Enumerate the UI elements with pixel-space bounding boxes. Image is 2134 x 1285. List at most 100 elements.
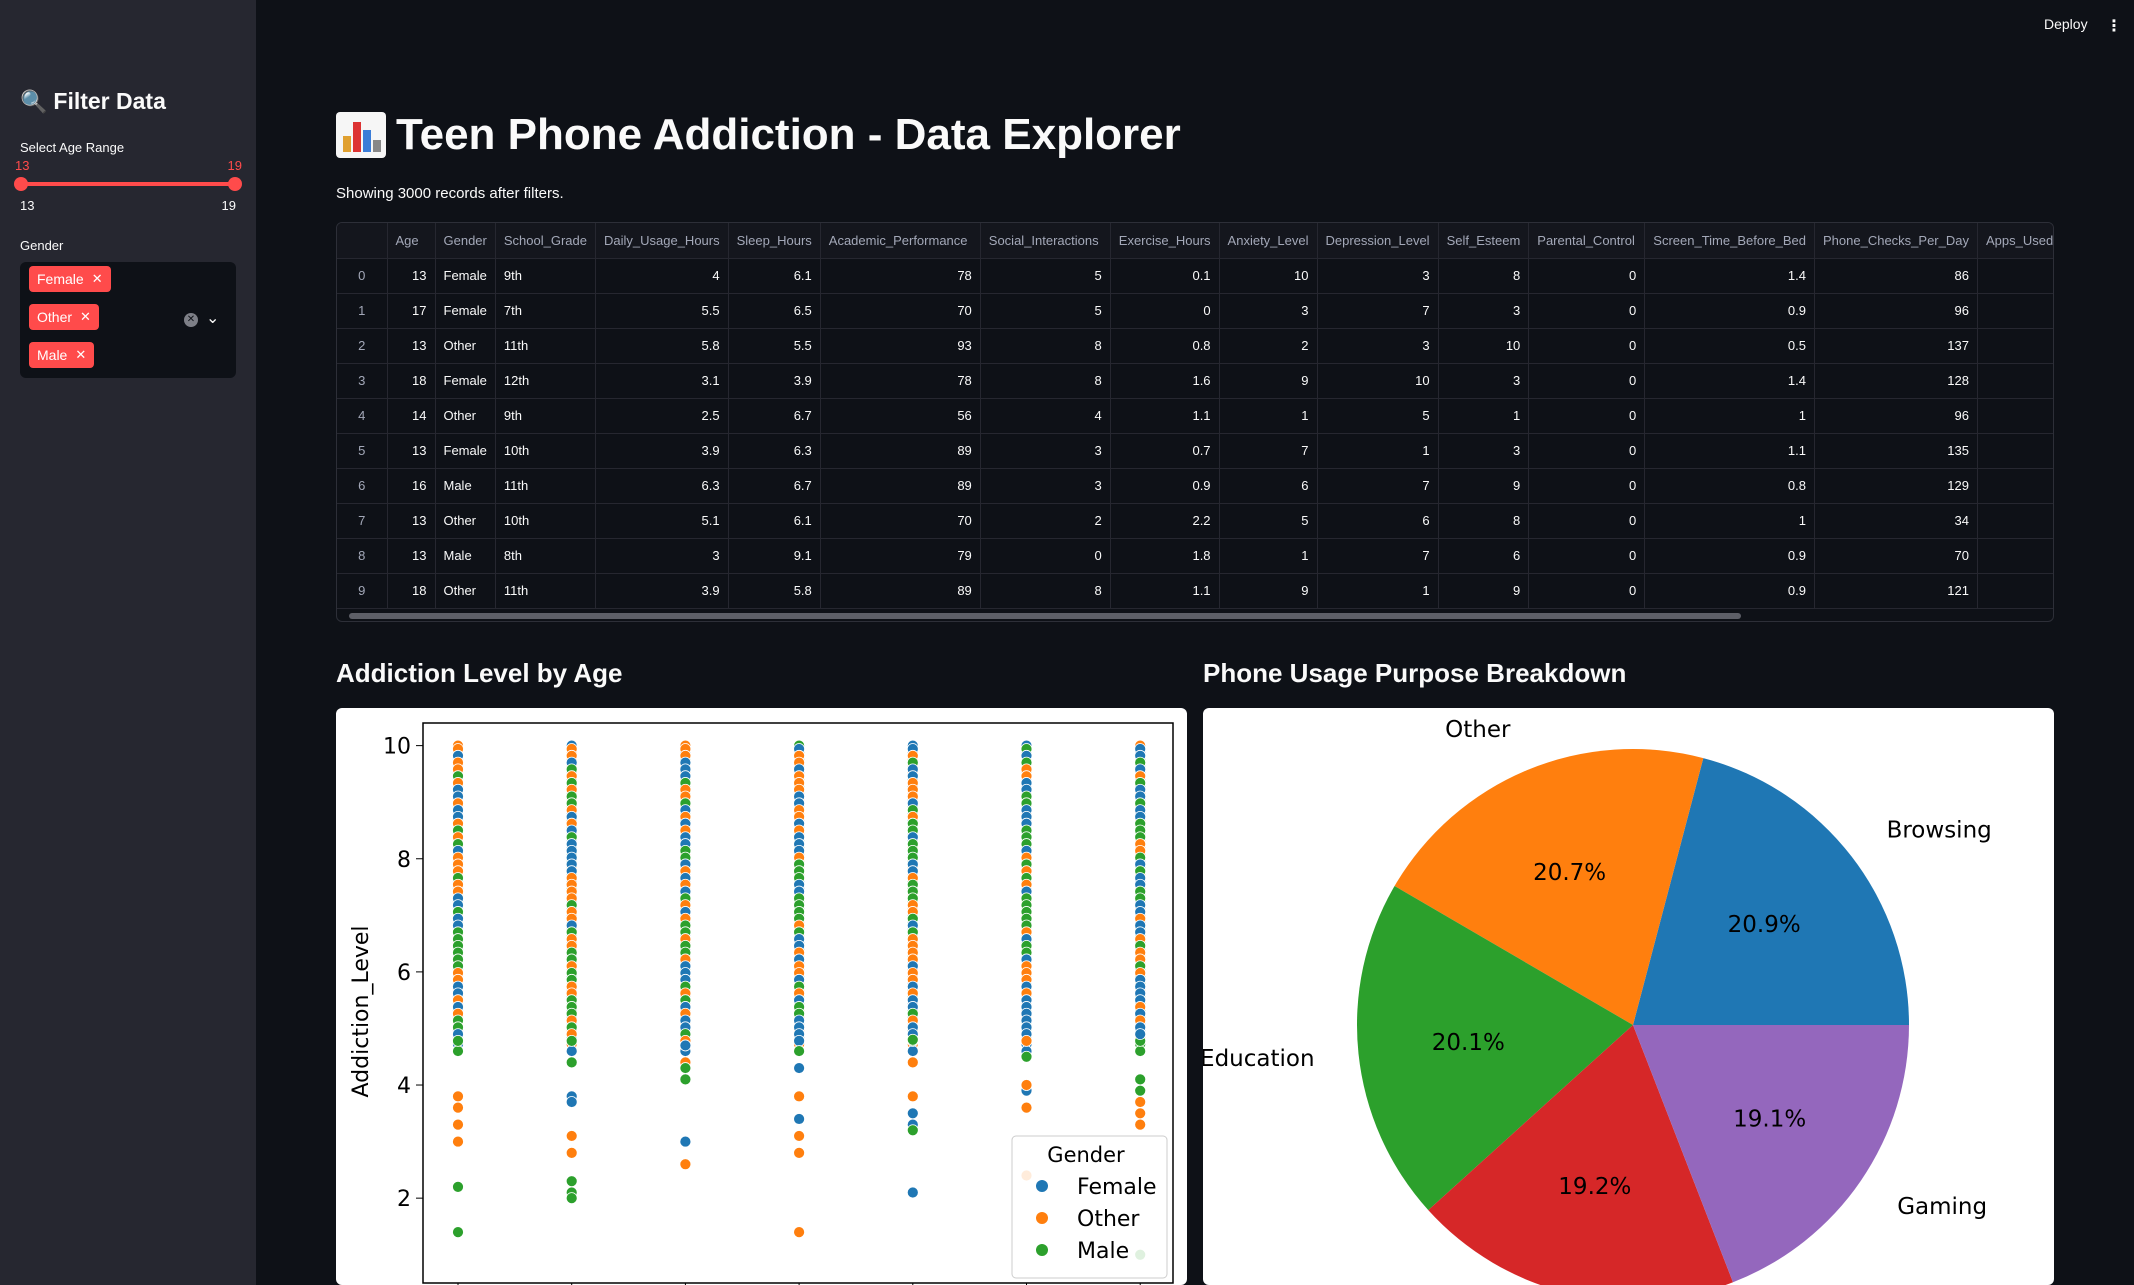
table-cell[interactable]: 6.1 [728, 503, 821, 539]
table-cell[interactable] [1977, 328, 2053, 364]
table-row[interactable]: 0 13 Female 9th 4 6.1 78 5 0.1 10 3 8 0 1.4 86 [337, 258, 2053, 294]
table-cell[interactable]: 5 [980, 258, 1111, 294]
table-row[interactable]: 6 16 Male 11th 6.3 6.7 89 3 0.9 6 7 9 0 0.8 129 [337, 468, 2053, 504]
table-cell[interactable]: 8 [980, 328, 1111, 364]
horizontal-scrollbar[interactable] [349, 613, 1741, 619]
table-cell[interactable]: Male [435, 468, 496, 504]
table-cell[interactable]: 3 [595, 538, 729, 574]
table-cell[interactable]: 18 [387, 363, 436, 399]
table-cell[interactable]: 1.4 [1644, 363, 1815, 399]
table-cell[interactable]: 89 [820, 468, 981, 504]
table-cell[interactable]: 4 [595, 258, 729, 294]
table-cell[interactable]: 6.1 [728, 258, 821, 294]
table-cell[interactable]: 11th [495, 328, 597, 364]
column-header[interactable]: Social_Interactions [980, 223, 1111, 259]
table-cell[interactable]: 7 [1317, 538, 1439, 574]
column-header[interactable]: Gender [435, 223, 496, 259]
gender-multiselect[interactable]: Female ✕ Other ✕ Male ✕ ✕ ⌄ [20, 262, 236, 378]
table-cell[interactable]: 0.9 [1644, 573, 1815, 609]
table-cell[interactable]: 6.3 [595, 468, 729, 504]
table-cell[interactable]: 0 [1528, 398, 1646, 434]
table-cell[interactable]: 0.5 [1644, 328, 1815, 364]
slider-low-thumb[interactable] [14, 177, 28, 191]
table-cell[interactable]: 1 [1317, 573, 1439, 609]
table-cell[interactable]: 3 [1438, 363, 1530, 399]
table-cell[interactable]: 5.5 [728, 328, 821, 364]
table-cell[interactable]: Other [435, 573, 496, 609]
table-row[interactable]: 9 18 Other 11th 3.9 5.8 89 8 1.1 9 1 9 0 0.9 121 [337, 573, 2053, 609]
table-cell[interactable]: 7 [1317, 468, 1439, 504]
table-cell[interactable]: 13 [387, 433, 436, 469]
table-cell[interactable]: 3.9 [728, 363, 821, 399]
table-cell[interactable]: 11th [495, 573, 597, 609]
table-cell[interactable] [1977, 503, 2053, 539]
column-header[interactable]: Depression_Level [1317, 223, 1439, 259]
table-cell[interactable]: 56 [820, 398, 981, 434]
table-cell[interactable]: 13 [387, 258, 436, 294]
table-cell[interactable]: 1.6 [1110, 363, 1220, 399]
table-cell[interactable]: 3 [1438, 293, 1530, 329]
table-cell[interactable]: 0.8 [1110, 328, 1220, 364]
row-index[interactable]: 1 [337, 293, 388, 329]
remove-tag-icon[interactable]: ✕ [92, 271, 103, 287]
table-cell[interactable]: 13 [387, 538, 436, 574]
column-header[interactable]: Phone_Checks_Per_Day [1814, 223, 1978, 259]
table-cell[interactable]: 6.7 [728, 468, 821, 504]
table-cell[interactable]: 70 [1814, 538, 1978, 574]
table-row[interactable]: 3 18 Female 12th 3.1 3.9 78 8 1.6 9 10 3 0 1.4 128 [337, 363, 2053, 399]
table-cell[interactable]: 11th [495, 468, 597, 504]
deploy-button[interactable]: Deploy [2044, 16, 2088, 32]
table-cell[interactable]: 8 [1438, 258, 1530, 294]
table-cell[interactable]: 0 [1528, 433, 1646, 469]
table-row[interactable]: 2 13 Other 11th 5.8 5.5 93 8 0.8 2 3 10 0 0.5 137 [337, 328, 2053, 364]
column-header[interactable]: Self_Esteem [1438, 223, 1530, 259]
table-cell[interactable]: 5.8 [728, 573, 821, 609]
table-cell[interactable]: 9th [495, 258, 597, 294]
table-cell[interactable]: 0.9 [1110, 468, 1220, 504]
table-cell[interactable]: Female [435, 293, 496, 329]
clear-all-icon[interactable]: ✕ [184, 313, 198, 327]
data-table[interactable]: Age Gender School_Grade Daily_Usage_Hours Sl… [336, 222, 2054, 622]
column-header[interactable]: Academic_Performance [820, 223, 981, 259]
table-cell[interactable]: 9 [1219, 573, 1318, 609]
table-cell[interactable]: 3.1 [595, 363, 729, 399]
table-cell[interactable]: 9.1 [728, 538, 821, 574]
table-cell[interactable]: 2.2 [1110, 503, 1220, 539]
row-index[interactable]: 3 [337, 363, 388, 399]
row-index[interactable]: 9 [337, 573, 388, 609]
table-cell[interactable]: 17 [387, 293, 436, 329]
table-cell[interactable]: 1.1 [1644, 433, 1815, 469]
tag-female[interactable]: Female ✕ [29, 266, 111, 292]
table-cell[interactable]: 5 [1219, 503, 1318, 539]
table-cell[interactable]: 0.8 [1644, 468, 1815, 504]
table-cell[interactable]: 137 [1814, 328, 1978, 364]
table-cell[interactable]: 1 [1219, 398, 1318, 434]
table-cell[interactable]: 5 [980, 293, 1111, 329]
table-cell[interactable]: 6 [1219, 468, 1318, 504]
table-cell[interactable] [1977, 468, 2053, 504]
table-cell[interactable]: 0.7 [1110, 433, 1220, 469]
table-cell[interactable]: 78 [820, 258, 981, 294]
table-cell[interactable]: 9 [1438, 573, 1530, 609]
table-cell[interactable]: 0 [1528, 538, 1646, 574]
tag-other[interactable]: Other ✕ [29, 304, 99, 330]
table-cell[interactable]: 10 [1219, 258, 1318, 294]
slider-high-thumb[interactable] [228, 177, 242, 191]
table-cell[interactable]: 2.5 [595, 398, 729, 434]
table-cell[interactable]: 6.5 [728, 293, 821, 329]
table-cell[interactable]: 96 [1814, 398, 1978, 434]
table-cell[interactable]: 0 [1528, 363, 1646, 399]
table-cell[interactable]: 1.1 [1110, 573, 1220, 609]
table-cell[interactable]: 1 [1644, 503, 1815, 539]
table-cell[interactable]: 78 [820, 363, 981, 399]
column-header[interactable]: Daily_Usage_Hours [595, 223, 729, 259]
table-cell[interactable]: 0 [1528, 503, 1646, 539]
table-cell[interactable]: 1 [1438, 398, 1530, 434]
table-cell[interactable]: 12th [495, 363, 597, 399]
table-cell[interactable]: 128 [1814, 363, 1978, 399]
table-cell[interactable]: 1.8 [1110, 538, 1220, 574]
column-header[interactable]: Parental_Control [1528, 223, 1646, 259]
table-cell[interactable]: 7th [495, 293, 597, 329]
table-cell[interactable]: 0 [980, 538, 1111, 574]
table-cell[interactable]: 96 [1814, 293, 1978, 329]
